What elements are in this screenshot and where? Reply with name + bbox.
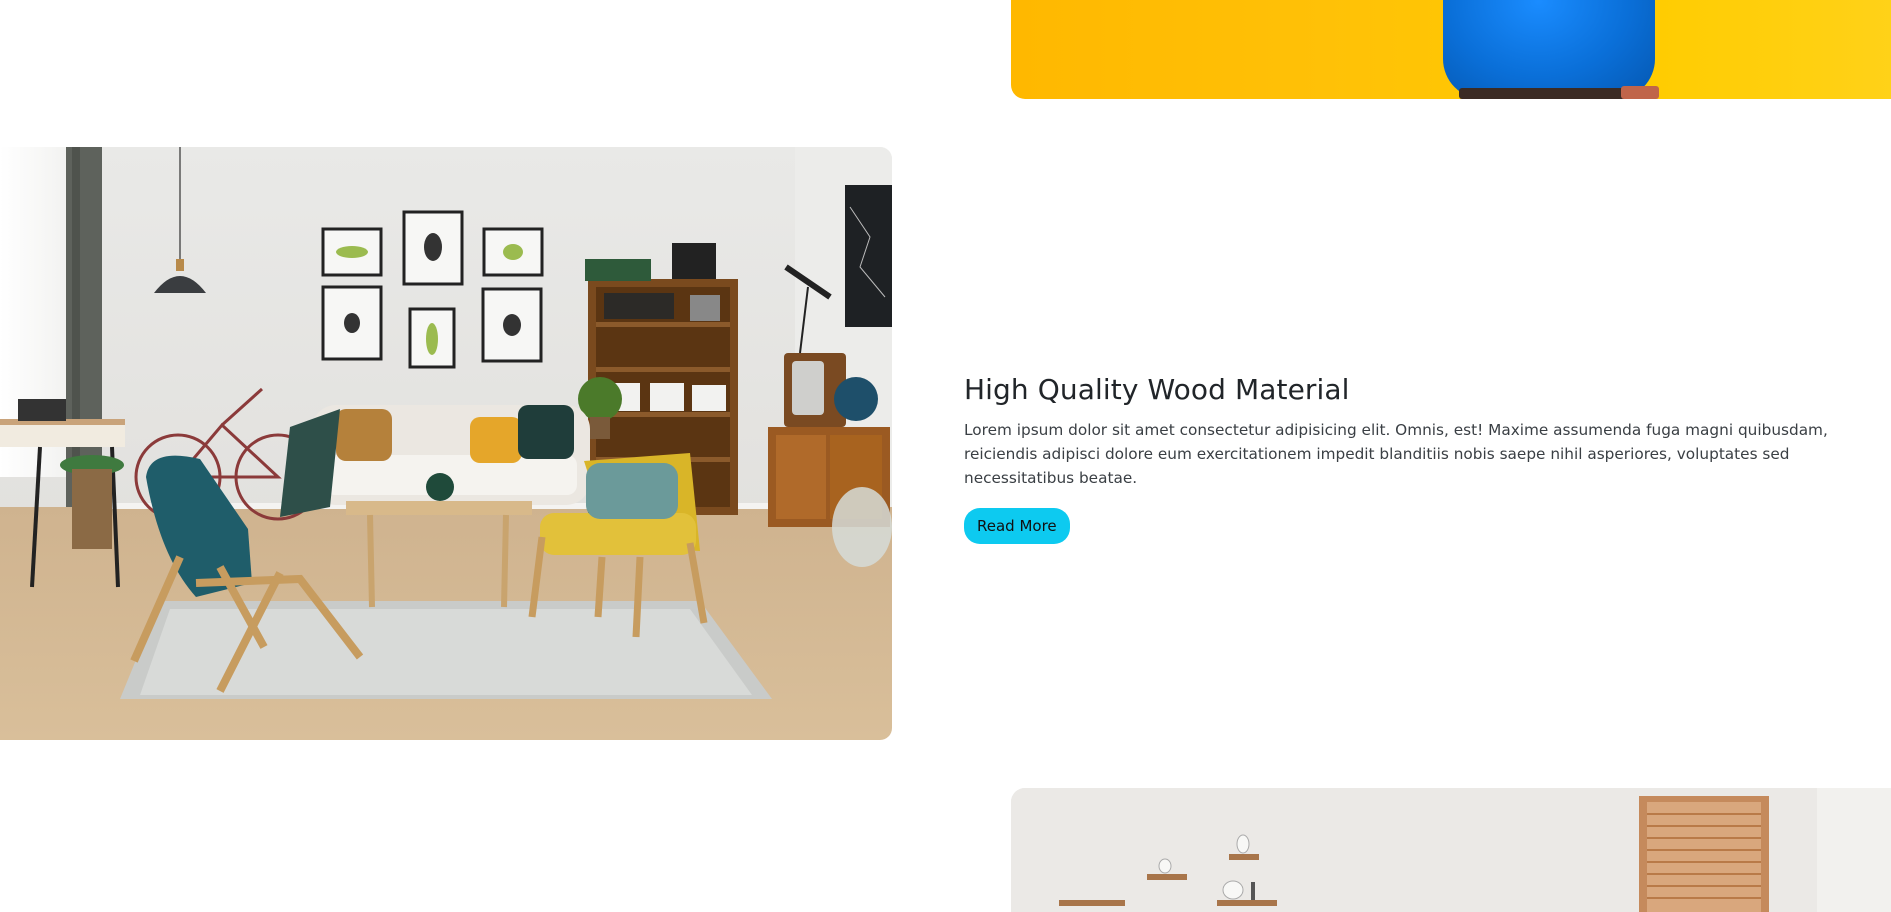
bottom-feature-image <box>1011 788 1891 912</box>
belt <box>1459 88 1639 99</box>
feature-title: High Quality Wood Material <box>964 373 1350 406</box>
feature-description: Lorem ipsum dolor sit amet consectetur a… <box>964 421 1828 487</box>
page: High Quality Wood Material Lorem ipsum d… <box>0 0 1891 912</box>
blue-shirt <box>1443 0 1655 99</box>
feature-content: High Quality Wood Material Lorem ipsum d… <box>964 368 1884 544</box>
living-room-image <box>0 147 892 740</box>
read-more-button[interactable]: Read More <box>964 508 1070 544</box>
belt-buckle <box>1621 86 1659 99</box>
top-feature-image <box>1011 0 1891 99</box>
